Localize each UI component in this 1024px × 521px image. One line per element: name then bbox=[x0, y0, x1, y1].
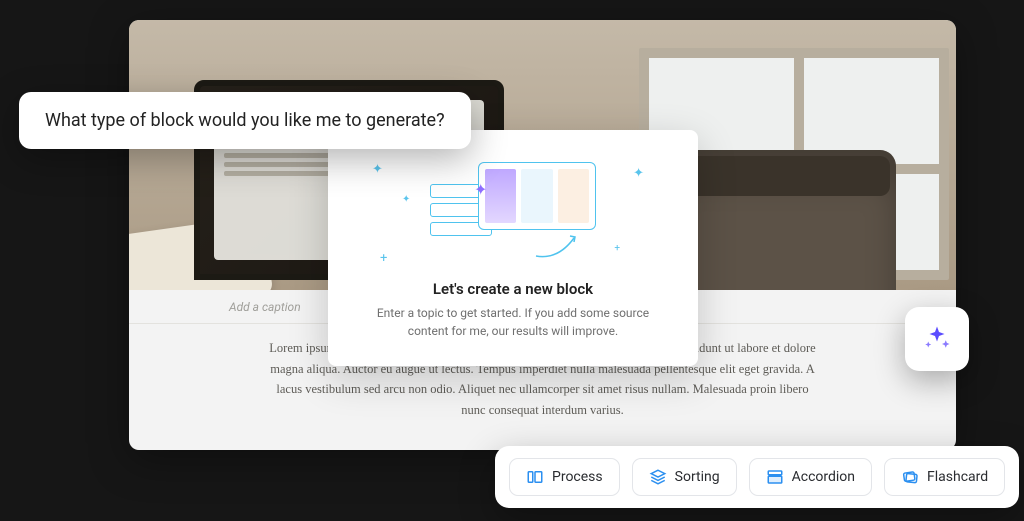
caption-input[interactable]: Add a caption bbox=[229, 300, 301, 314]
option-sorting[interactable]: Sorting bbox=[632, 458, 737, 496]
accordion-icon bbox=[766, 468, 784, 486]
option-process[interactable]: Process bbox=[509, 458, 620, 496]
modal-title: Let's create a new block bbox=[354, 280, 672, 298]
option-flashcard[interactable]: Flashcard bbox=[884, 458, 1005, 496]
sparkle-icon bbox=[922, 324, 952, 354]
modal-illustration: ✦✦✦++ ✦ bbox=[354, 154, 672, 272]
option-label: Accordion bbox=[792, 469, 855, 485]
ai-sparkle-button[interactable] bbox=[905, 307, 969, 371]
option-label: Flashcard bbox=[927, 469, 988, 485]
option-accordion[interactable]: Accordion bbox=[749, 458, 872, 496]
modal-subtitle: Enter a topic to get started. If you add… bbox=[354, 304, 672, 340]
assistant-prompt: What type of block would you like me to … bbox=[19, 92, 471, 149]
block-type-options: Process Sorting Accordion Flashcard bbox=[495, 446, 1019, 508]
create-block-modal: ✦✦✦++ ✦ Let's create a new block Enter a… bbox=[328, 130, 698, 366]
flashcard-icon bbox=[901, 468, 919, 486]
process-icon bbox=[526, 468, 544, 486]
option-label: Process bbox=[552, 469, 603, 485]
sorting-icon bbox=[649, 468, 667, 486]
option-label: Sorting bbox=[675, 469, 720, 485]
prompt-text: What type of block would you like me to … bbox=[45, 110, 445, 131]
